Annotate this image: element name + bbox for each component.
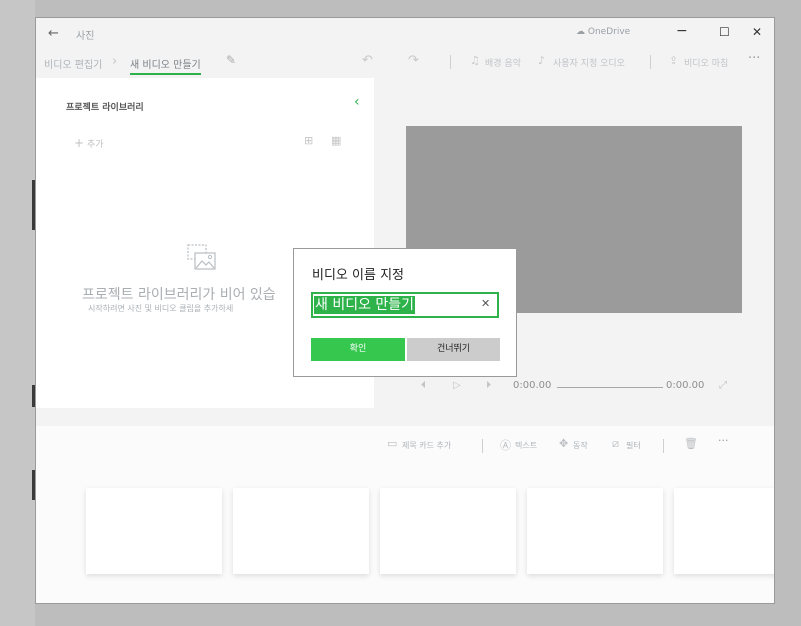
undo-icon[interactable]: ↶ (362, 53, 373, 68)
custom-audio-icon[interactable]: ♪ (538, 54, 545, 67)
storyboard-slot[interactable] (674, 488, 774, 574)
title-card-icon[interactable]: ▭ (387, 437, 397, 450)
storyboard-slot[interactable] (380, 488, 516, 574)
editor-toolbar: 비디오 편집기 › 새 비디오 만들기 ✎ ↶ ↷ ♫ 배경 음악 ♪ 사용자 … (36, 48, 774, 76)
filters-icon[interactable]: ⧄ (612, 437, 619, 451)
scrubber-bar[interactable] (557, 387, 663, 388)
skip-button[interactable]: 건너뛰기 (407, 338, 500, 361)
breadcrumb-chevron-icon: › (112, 54, 118, 69)
motion-button[interactable]: 동작 (573, 440, 588, 451)
rename-pencil-icon[interactable]: ✎ (226, 53, 236, 67)
storyboard-slot[interactable] (86, 488, 222, 574)
image-placeholder-icon (187, 244, 216, 270)
trash-icon[interactable]: 🗑 (684, 437, 698, 450)
plus-icon: + (74, 136, 85, 150)
previous-frame-icon[interactable]: ⏴ (421, 380, 426, 391)
storyboard-divider (663, 439, 664, 453)
storyboard-slot[interactable] (527, 488, 663, 574)
onedrive-label: OneDrive (587, 27, 631, 37)
onedrive-status[interactable]: ☁ OneDrive (576, 27, 630, 37)
filters-button[interactable]: 필터 (626, 440, 641, 451)
add-label: 추가 (86, 140, 104, 150)
breadcrumb-video-editor[interactable]: 비디오 편집기 (44, 56, 102, 71)
motion-icon[interactable]: ✥ (559, 437, 568, 450)
redo-icon[interactable]: ↷ (408, 53, 419, 68)
clear-input-icon[interactable]: ✕ (481, 297, 490, 310)
app-title: 사진 (76, 31, 95, 42)
text-icon[interactable]: Ⓐ (500, 437, 511, 453)
background-windows (0, 0, 36, 626)
toolbar-divider (450, 55, 451, 69)
back-arrow-icon[interactable]: ← (48, 26, 59, 41)
toolbar-divider (650, 55, 651, 69)
list-view-icon[interactable]: ▦ (331, 134, 341, 147)
library-empty-hint: 시작하려면 사진 및 비디오 클립을 추가하세 (88, 304, 234, 313)
fullscreen-icon[interactable]: ⤢ (719, 380, 727, 391)
add-media-button[interactable]: + 추가 (74, 136, 104, 150)
music-note-icon[interactable]: ♫ (470, 54, 480, 67)
export-icon[interactable]: ⇪ (669, 54, 678, 67)
storyboard: ▭ 제목 카드 추가 Ⓐ 텍스트 ✥ 동작 ⧄ 필터 🗑 ··· (36, 426, 774, 603)
storyboard-more-icon[interactable]: ··· (718, 434, 729, 447)
maximize-button[interactable]: ☐ (719, 25, 730, 39)
add-title-card-button[interactable]: 제목 카드 추가 (402, 440, 451, 451)
grid-view-icon[interactable]: ⊞ (304, 134, 313, 147)
library-title: 프로젝트 라이브러리 (66, 103, 144, 113)
video-name-value[interactable]: 새 비디오 만들기 (314, 296, 416, 314)
breadcrumb-current-project: 새 비디오 만들기 (130, 56, 201, 75)
play-icon[interactable]: ▷ (453, 380, 461, 391)
more-options-icon[interactable]: ··· (748, 51, 760, 66)
ok-button[interactable]: 확인 (311, 338, 405, 361)
library-empty-title: 프로젝트 라이브러리가 비어 있습 (82, 287, 276, 303)
storyboard-slot[interactable] (233, 488, 369, 574)
dialog-title: 비디오 이름 지정 (312, 268, 404, 283)
cloud-icon: ☁ (576, 27, 585, 37)
minimize-button[interactable]: − (676, 23, 688, 39)
finish-video-button[interactable]: 비디오 마침 (684, 56, 728, 69)
name-video-dialog: 비디오 이름 지정 새 비디오 만들기 ✕ 확인 건너뛰기 (293, 248, 517, 377)
next-frame-icon[interactable]: ⏵ (486, 380, 491, 391)
close-button[interactable]: ✕ (752, 25, 762, 39)
current-time: 0:00.00 (513, 380, 552, 391)
collapse-chevron-icon[interactable]: ‹ (354, 94, 360, 110)
title-bar: ← 사진 ☁ OneDrive − ☐ ✕ (36, 18, 774, 48)
custom-audio-button[interactable]: 사용자 지정 오디오 (553, 56, 625, 69)
total-time: 0:00.00 (666, 380, 705, 391)
background-music-button[interactable]: 배경 음악 (485, 56, 521, 69)
video-name-input[interactable]: 새 비디오 만들기 ✕ (311, 292, 499, 318)
text-button[interactable]: 텍스트 (515, 440, 537, 451)
storyboard-divider (482, 439, 483, 453)
